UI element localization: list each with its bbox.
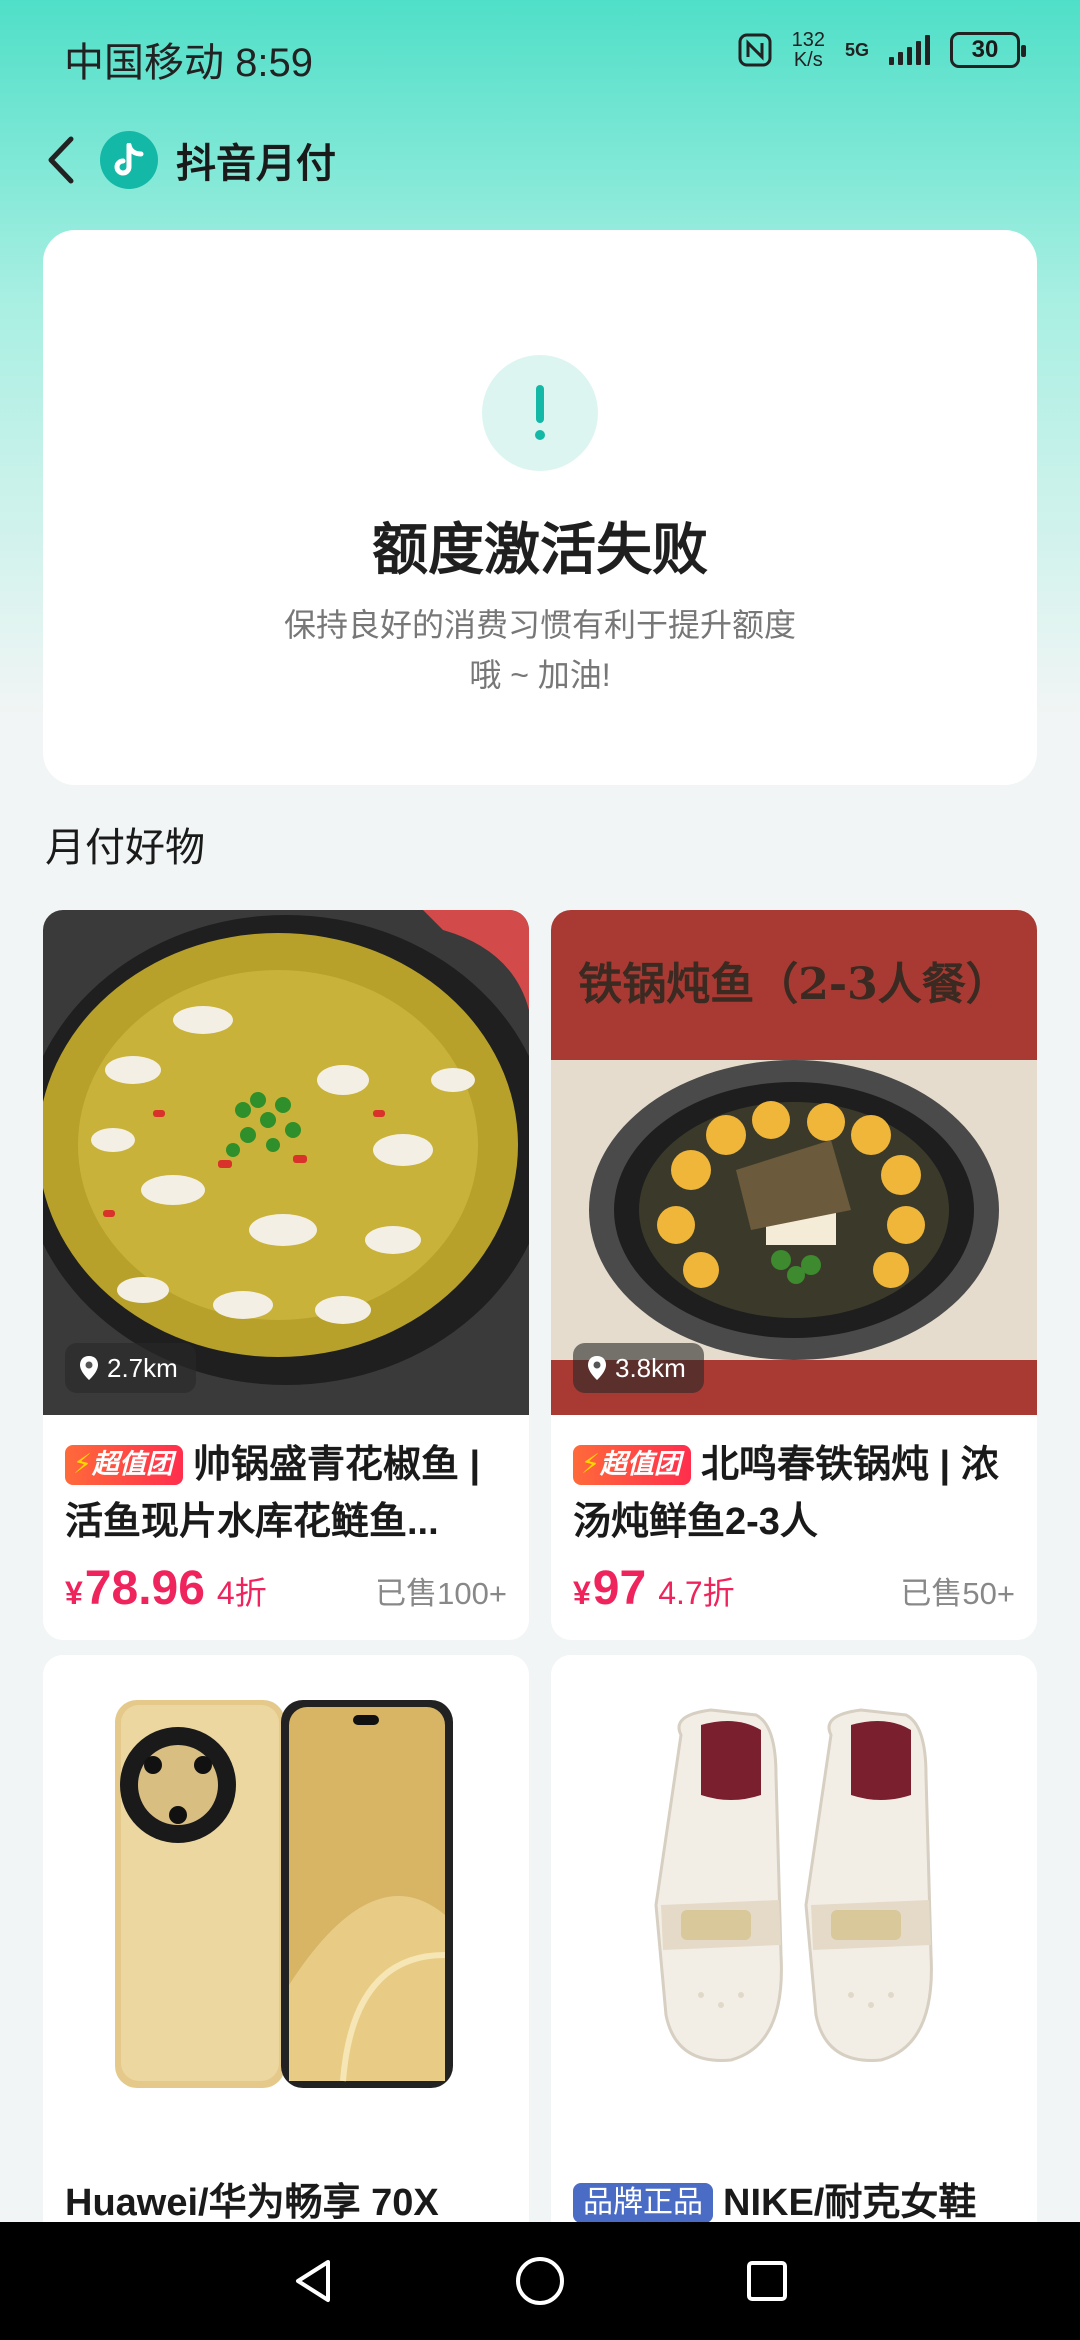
exclamation-icon <box>482 355 598 471</box>
distance-badge: 3.8km <box>573 1343 704 1393</box>
nfc-icon <box>738 33 772 67</box>
product-image: 铁锅炖鱼（2-3人餐） 3.8km <box>551 910 1037 1415</box>
distance-text: 3.8km <box>615 1352 686 1383</box>
status-desc-line: 哦 ~ 加油! <box>469 657 611 693</box>
status-bar: 中国移动 8:59 132 K/s 5G 30 <box>0 0 1080 105</box>
distance-badge: 2.7km <box>65 1343 196 1393</box>
discount: 4.7折 <box>658 1575 735 1611</box>
status-desc-line: 保持良好的消费习惯有利于提升额度 <box>283 607 796 643</box>
currency-symbol: ¥ <box>573 1575 591 1611</box>
brand-tag: 品牌正品 <box>573 2183 713 2223</box>
product-image <box>551 1655 1037 2175</box>
nav-recents-icon[interactable] <box>732 2246 802 2316</box>
price: ¥97 <box>573 1561 646 1616</box>
net-speed: 132 K/s <box>792 30 825 70</box>
product-card[interactable]: 2.7km ⚡超值团 帅锅盛青花椒鱼 | 活鱼现片水库花鲢鱼... ¥78.96 … <box>43 910 529 1640</box>
product-title-text: NIKE/耐克女鞋 <box>723 2182 977 2224</box>
product-title: ⚡超值团 帅锅盛青花椒鱼 | 活鱼现片水库花鲢鱼... <box>65 1437 507 1551</box>
price-value: 97 <box>592 1562 647 1615</box>
price-value: 78.96 <box>84 1562 205 1615</box>
signal-icon <box>889 35 930 65</box>
product-title-text: Huawei/华为畅享 70X <box>65 2182 439 2224</box>
discount: 4折 <box>216 1575 267 1611</box>
nav-home-icon[interactable] <box>505 2246 575 2316</box>
deal-tag-label: 超值团 <box>91 1449 173 1479</box>
back-icon[interactable] <box>40 130 80 190</box>
product-image: 2.7km <box>43 910 529 1415</box>
price: ¥78.96 <box>65 1561 205 1616</box>
product-title: ⚡超值团 北鸣春铁锅炖 | 浓汤炖鲜鱼2-3人 <box>573 1437 1015 1551</box>
sold-count: 已售100+ <box>375 1576 507 1611</box>
status-title: 额度激活失败 <box>372 518 708 581</box>
sold-count: 已售50+ <box>900 1576 1015 1611</box>
net-speed-unit: K/s <box>793 49 823 71</box>
status-description: 保持良好的消费习惯有利于提升额度 哦 ~ 加油! <box>243 600 837 700</box>
deal-tag: ⚡超值团 <box>65 1445 183 1485</box>
price-row: ¥78.96 4折 已售100+ <box>65 1561 507 1631</box>
activation-status-card: 额度激活失败 保持良好的消费习惯有利于提升额度 哦 ~ 加油! <box>43 230 1037 785</box>
page-header: 抖音月付 <box>40 125 336 195</box>
status-icons: 132 K/s 5G 30 <box>738 30 1026 70</box>
network-type: 5G <box>844 39 869 60</box>
distance-text: 2.7km <box>107 1352 178 1383</box>
currency-symbol: ¥ <box>65 1575 83 1611</box>
price-row: ¥97 4.7折 已售50+ <box>573 1561 1015 1631</box>
page-title: 抖音月付 <box>176 142 336 186</box>
section-title: 月付好物 <box>45 826 205 870</box>
location-pin-icon <box>80 1356 98 1380</box>
nav-back-icon[interactable] <box>278 2246 348 2316</box>
deal-tag: ⚡超值团 <box>573 1445 691 1485</box>
carrier-time: 中国移动 8:59 <box>64 41 313 85</box>
image-caption: 铁锅炖鱼（2-3人餐） <box>578 959 1010 1010</box>
product-card[interactable]: 铁锅炖鱼（2-3人餐） 3.8km ⚡超值团 北鸣春铁锅炖 | 浓汤炖鲜鱼2-3人… <box>551 910 1037 1640</box>
net-speed-value: 132 <box>791 29 825 51</box>
douyin-logo-icon <box>100 131 158 189</box>
product-card[interactable]: 品牌正品 NIKE/耐克女鞋 <box>551 1655 1037 2275</box>
location-pin-icon <box>588 1356 606 1380</box>
product-card[interactable]: Huawei/华为畅享 70X <box>43 1655 529 2275</box>
product-image <box>43 1655 529 2175</box>
battery-icon: 30 <box>950 32 1026 68</box>
deal-tag-label: 超值团 <box>599 1449 681 1479</box>
system-nav-bar <box>0 2222 1080 2340</box>
